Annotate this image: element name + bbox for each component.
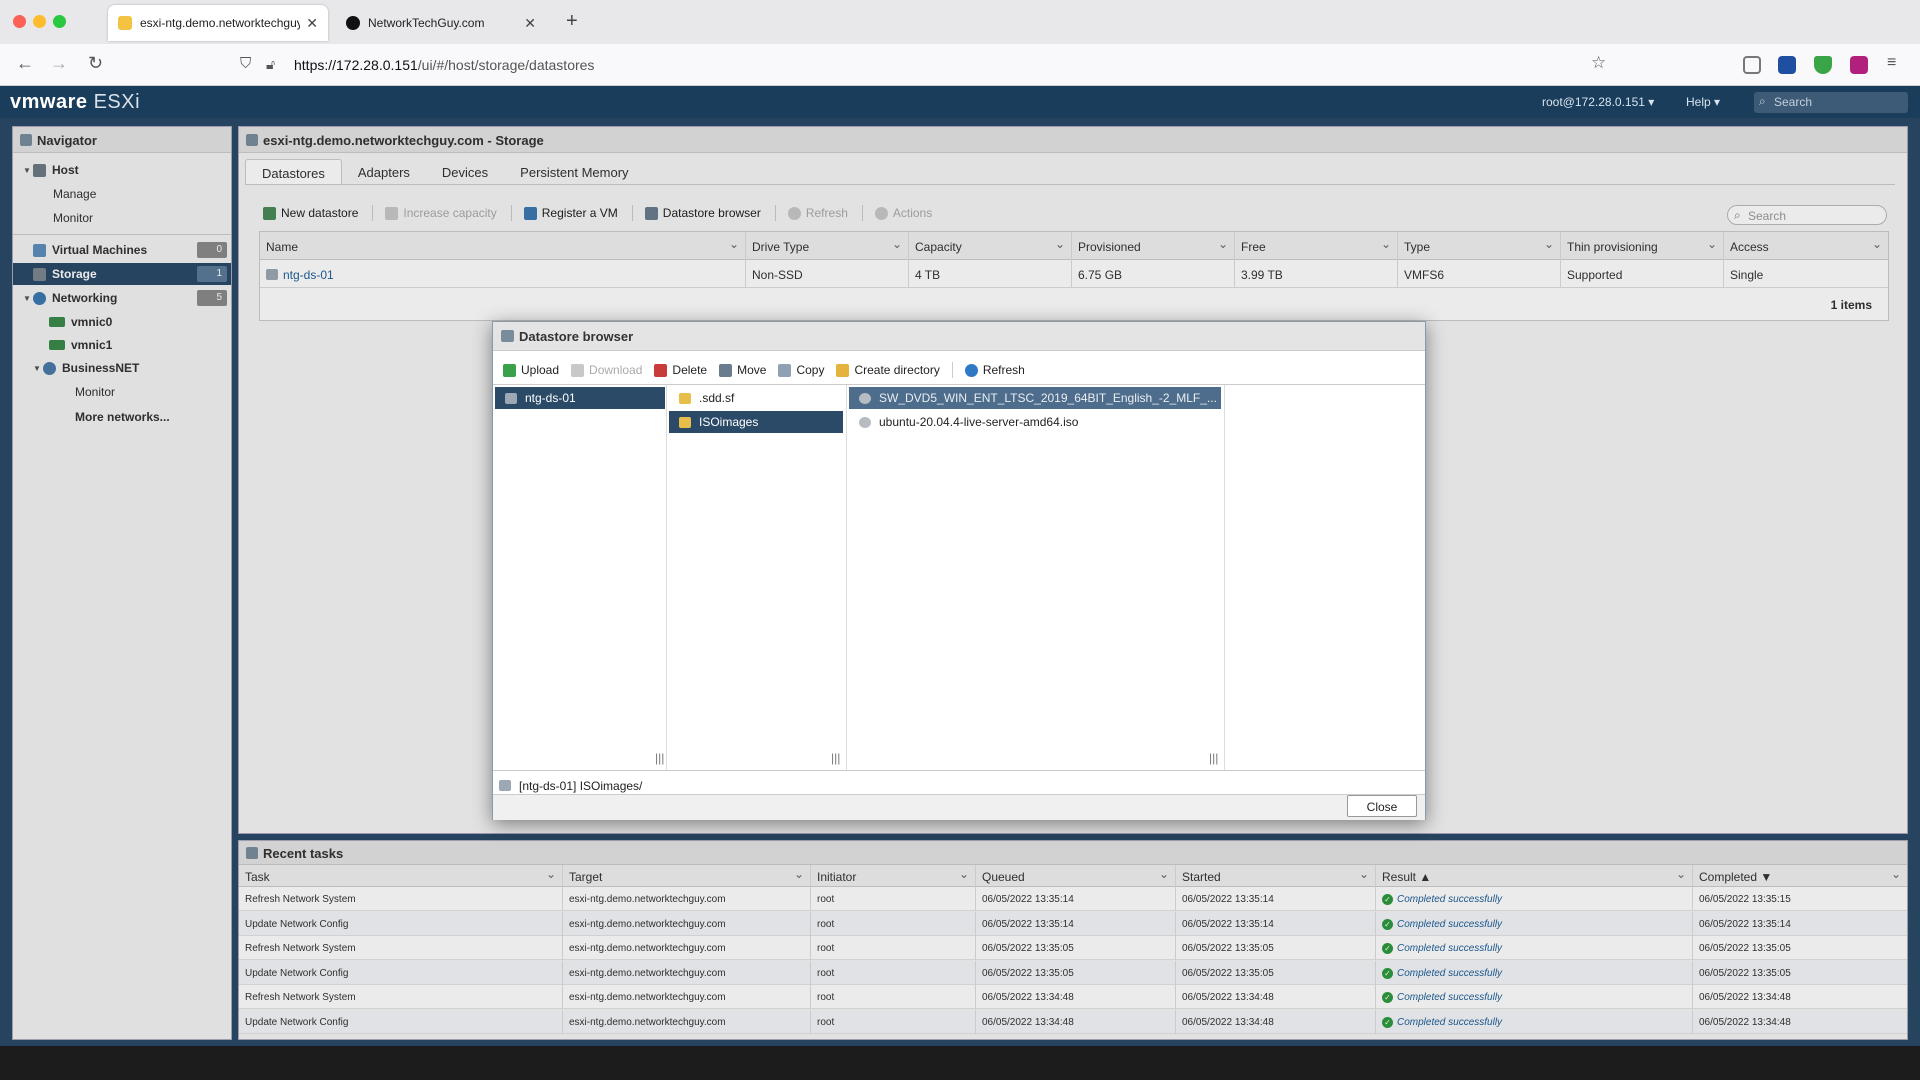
file-label: ubuntu-20.04.4-live-server-amd64.iso (879, 415, 1079, 429)
new-tab-button[interactable]: + (566, 10, 578, 33)
address-bar[interactable]: https://172.28.0.151/ui/#/host/storage/d… (232, 50, 1608, 80)
vmware-esxi-logo: vmware ESXi (10, 91, 140, 114)
copy-button[interactable]: Copy (778, 363, 824, 377)
bookmark-star-icon[interactable]: ☆ (1591, 53, 1606, 73)
column-resize-handle[interactable]: ||| (1209, 751, 1218, 765)
create-directory-button[interactable]: Create directory (836, 363, 940, 377)
close-button[interactable]: Close (1347, 795, 1417, 817)
close-tab-icon[interactable]: ✕ (306, 15, 318, 32)
toolbar-separator (951, 362, 953, 378)
file-label: SW_DVD5_WIN_ENT_LTSC_2019_64BIT_English_… (879, 391, 1217, 405)
zoom-window-button[interactable] (53, 15, 66, 28)
esxi-favicon-icon (118, 16, 132, 30)
file-label: .sdd.sf (699, 391, 735, 405)
browser-tab-esxi[interactable]: esxi-ntg.demo.networktechguy.com ✕ (108, 5, 328, 41)
refresh-button[interactable]: Refresh (964, 363, 1025, 377)
files-column: SW_DVD5_WIN_ENT_LTSC_2019_64BIT_English_… (847, 385, 1225, 771)
help-menu[interactable]: Help ▾ (1686, 95, 1720, 109)
iso-disc-icon (859, 392, 871, 404)
folder-icon (836, 363, 850, 377)
url-host: https://172.28.0.151 (294, 57, 418, 73)
button-label: Download (589, 363, 643, 377)
datastore-icon (499, 780, 511, 791)
list-item[interactable]: ISOimages (669, 411, 843, 433)
user-menu[interactable]: root@172.28.0.151 ▾ (1542, 95, 1654, 109)
close-tab-icon[interactable]: ✕ (524, 15, 536, 32)
iso-disc-icon (859, 416, 871, 428)
reload-icon[interactable]: ↻ (88, 53, 103, 74)
folder-column: .sdd.sf ISOimages ||| (667, 385, 847, 771)
browser-tab-strip: esxi-ntg.demo.networktechguy.com ✕ Netwo… (0, 0, 1920, 44)
tab-label: NetworkTechGuy.com (368, 16, 485, 30)
list-item[interactable]: ubuntu-20.04.4-live-server-amd64.iso (849, 411, 1221, 433)
networktechguy-favicon-icon (346, 16, 360, 30)
datastore-icon (505, 392, 517, 404)
browser-toolbar: ← → ↻ ⛉ 🔓︎ https://172.28.0.151/ui/#/hos… (0, 44, 1920, 86)
column-resize-handle[interactable]: ||| (655, 751, 664, 765)
download-button[interactable]: Download (571, 363, 642, 377)
url-path: /ui/#/host/storage/datastores (417, 57, 595, 73)
column-resize-handle[interactable]: ||| (831, 751, 840, 765)
move-button[interactable]: Move (719, 363, 766, 377)
datastore-column: ntg-ds-01 ||| (493, 385, 667, 771)
delete-button[interactable]: Delete (654, 363, 707, 377)
dialog-title: Datastore browser (493, 322, 1425, 351)
logo-product: ESXi (93, 91, 141, 113)
dialog-footer: Close (493, 794, 1425, 820)
esxi-header-bar: vmware ESXi root@172.28.0.151 ▾ Help ▾ ⌕… (0, 86, 1920, 118)
pocket-icon[interactable] (1743, 56, 1761, 74)
datastore-browser-icon (501, 330, 514, 342)
close-window-button[interactable] (13, 15, 26, 28)
dialog-title-text: Datastore browser (519, 329, 634, 344)
file-label: ISOimages (699, 415, 759, 429)
logo-vm: vmware (10, 91, 88, 113)
button-label: Move (737, 363, 767, 377)
back-arrow-icon[interactable]: ← (16, 53, 34, 74)
browser-tab-networktechguy[interactable]: NetworkTechGuy.com ✕ (336, 5, 546, 41)
tab-label: esxi-ntg.demo.networktechguy.com (140, 16, 301, 30)
minimize-window-button[interactable] (33, 15, 46, 28)
sl-extension-icon[interactable] (1850, 56, 1868, 74)
file-columns: ntg-ds-01 ||| .sdd.sf ISOimages ||| SW_D… (493, 384, 1425, 771)
list-item[interactable]: SW_DVD5_WIN_ENT_LTSC_2019_64BIT_English_… (849, 387, 1221, 409)
refresh-icon (964, 363, 978, 377)
button-label: Upload (521, 363, 560, 377)
forward-arrow-icon[interactable]: → (50, 53, 68, 74)
adblock-shield-icon[interactable] (1814, 56, 1832, 74)
file-label: ntg-ds-01 (525, 391, 576, 405)
button-label: Refresh (982, 363, 1025, 377)
search-icon: ⌕ (1759, 94, 1766, 108)
delete-icon (654, 363, 668, 377)
button-label: Delete (672, 363, 708, 377)
upload-button[interactable]: Upload (503, 363, 559, 377)
button-label: Copy (796, 363, 825, 377)
move-icon (719, 363, 733, 377)
datastore-browser-dialog: Datastore browser Upload Download Delete… (492, 321, 1426, 820)
folder-icon (679, 392, 691, 404)
browser-toolbar: Upload Download Delete Move Copy Create … (503, 362, 1037, 378)
button-label: Create directory (854, 363, 940, 377)
folder-icon (679, 416, 691, 428)
header-search-input[interactable]: ⌕ Search (1754, 92, 1908, 113)
upload-arrow-icon (503, 363, 516, 377)
list-item[interactable]: ntg-ds-01 (495, 387, 665, 409)
copy-icon (778, 363, 792, 377)
download-icon (571, 363, 585, 377)
hamburger-menu-icon[interactable]: ≡ (1887, 54, 1896, 72)
header-search-placeholder: Search (1774, 95, 1813, 109)
bitwarden-icon[interactable] (1778, 56, 1796, 74)
current-path: [ntg-ds-01] ISOimages/ (519, 779, 643, 793)
screen-bottom-bar (0, 1046, 1920, 1080)
list-item[interactable]: .sdd.sf (669, 387, 843, 409)
